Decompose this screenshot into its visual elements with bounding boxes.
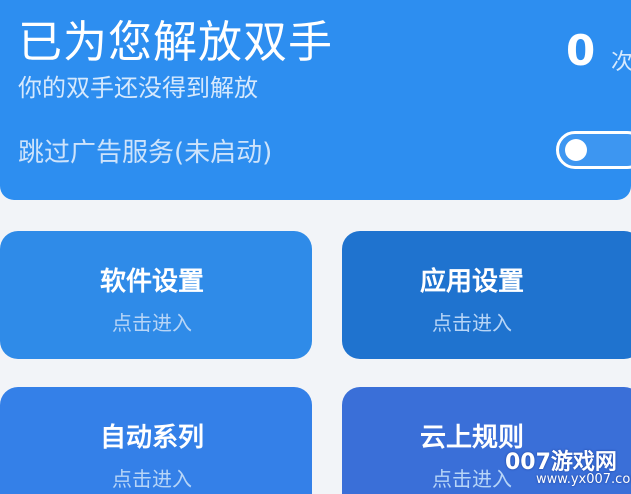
tile-title: 软件设置 [99,267,204,297]
tile-title: 自动系列 [99,423,204,453]
page-title: 已为您解放双手 [18,17,333,68]
ad-service-label: 跳过广告服务(未启动) [18,138,273,168]
software-settings-tile[interactable]: 软件设置 点击进入 [0,231,312,359]
tile-title: 应用设置 [419,267,524,297]
tile-subtitle: 点击进入 [112,311,192,335]
toggle-knob [565,139,587,161]
status-header-card: 已为您解放双手 你的双手还没得到解放 0 次 跳过广告服务(未启动) [0,0,631,200]
status-subtitle: 你的双手还没得到解放 [18,74,258,102]
app-screen: 已为您解放双手 你的双手还没得到解放 0 次 跳过广告服务(未启动) 软件设置 … [0,0,631,494]
auto-series-tile[interactable]: 自动系列 点击进入 [0,387,312,494]
tile-subtitle: 点击进入 [112,467,192,491]
freed-count-unit: 次 [611,50,631,75]
freed-count-value: 0 [566,26,596,75]
watermark-url: www.yx007.com [536,472,631,487]
tile-subtitle: 点击进入 [432,311,512,335]
ad-service-toggle[interactable] [556,131,631,169]
app-settings-tile[interactable]: 应用设置 点击进入 [342,231,631,359]
